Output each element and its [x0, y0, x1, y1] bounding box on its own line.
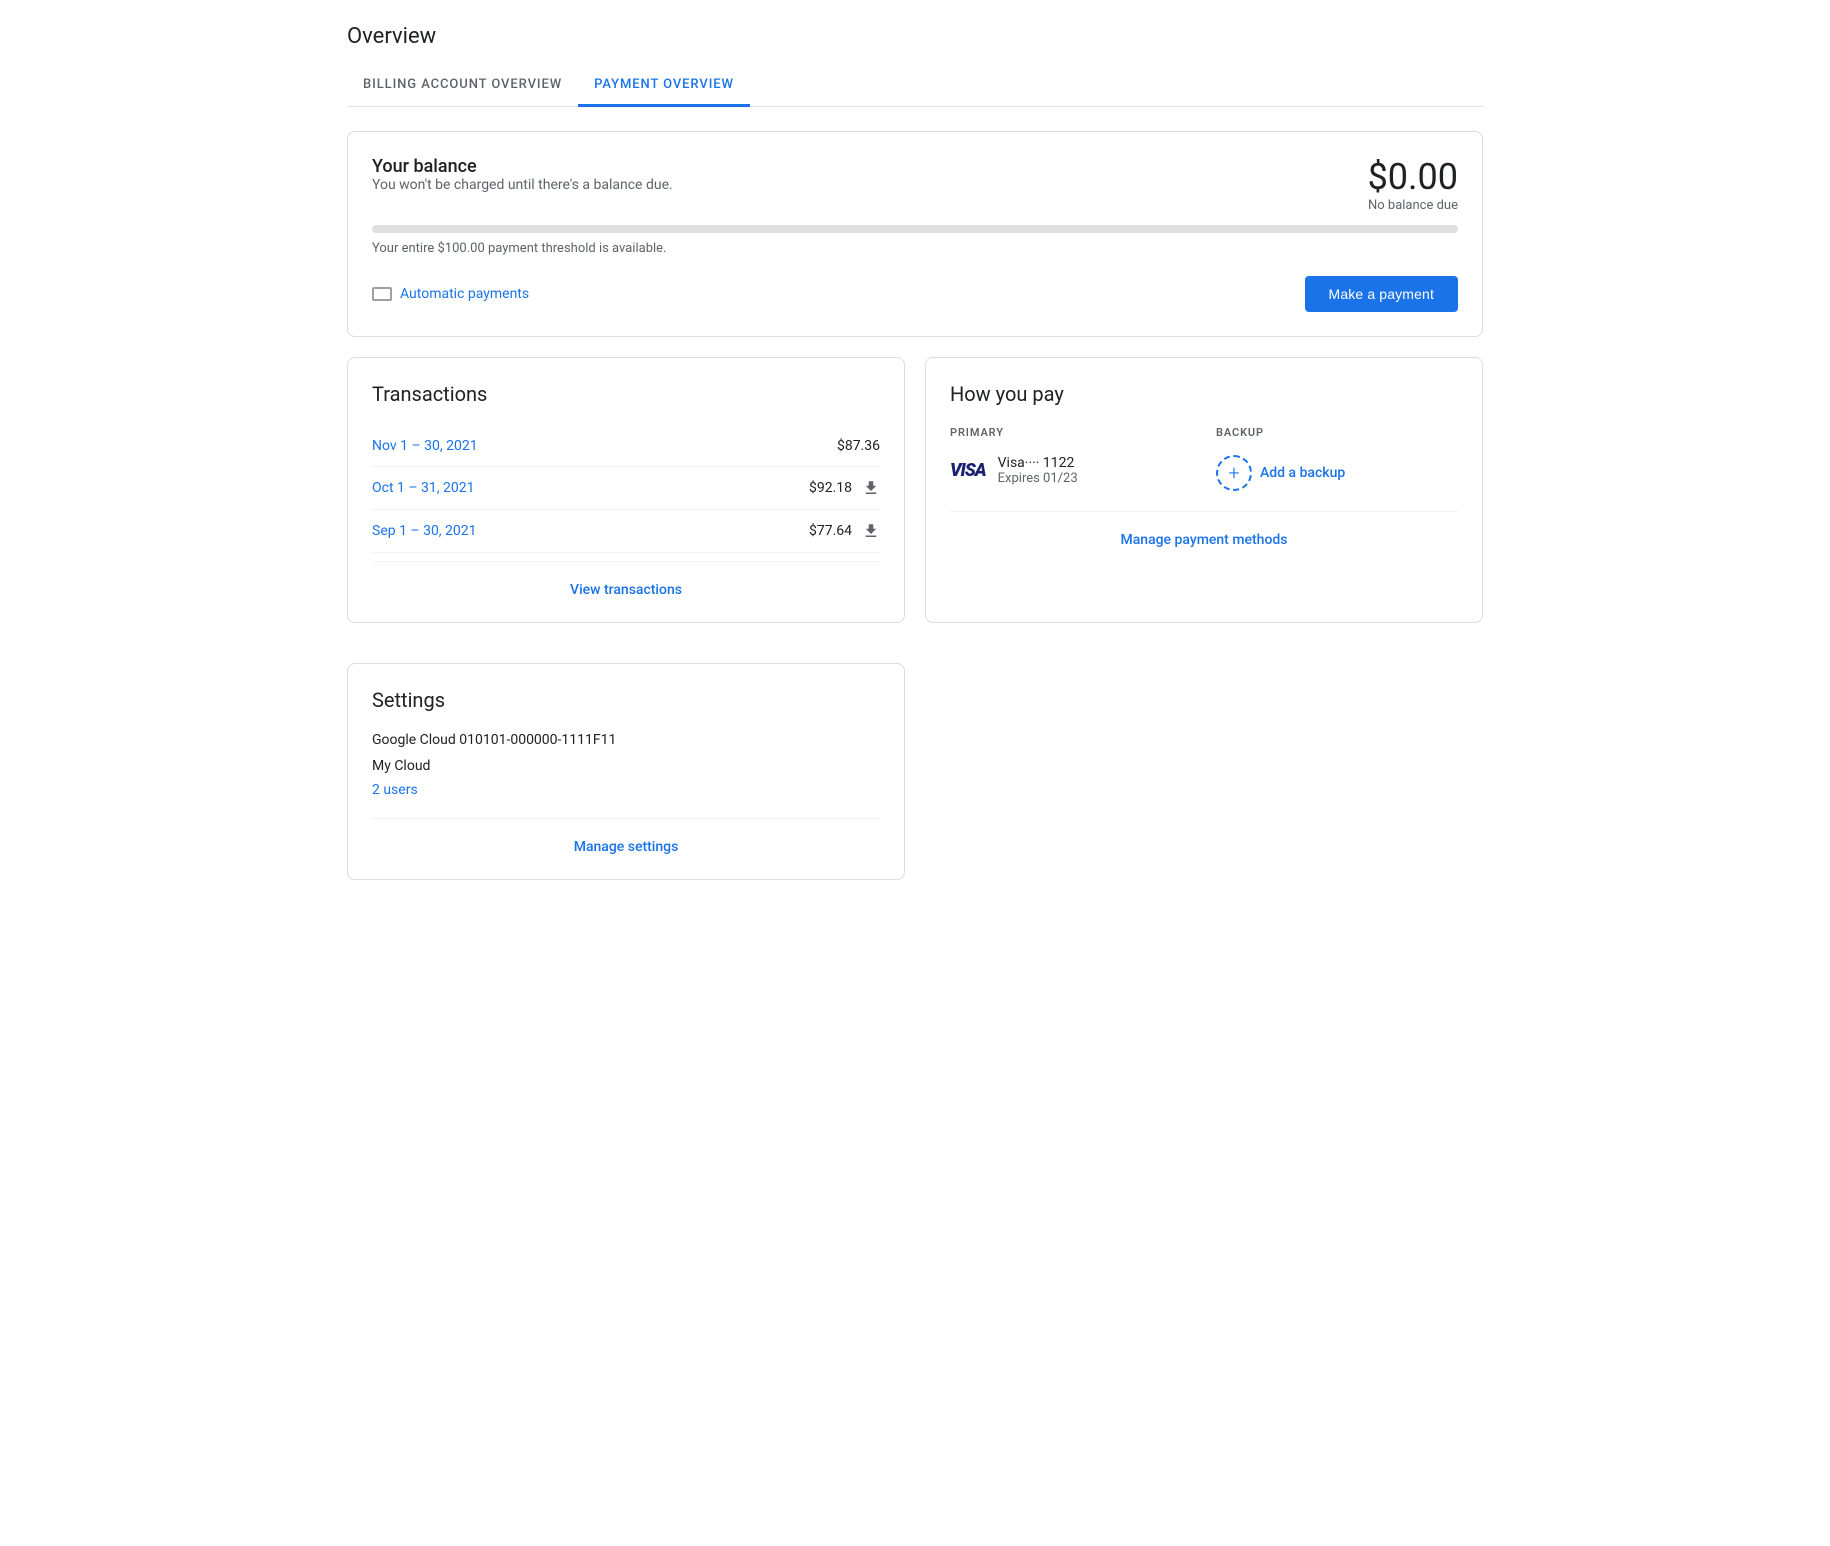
card-expiry: Expires 01/23 — [998, 471, 1078, 486]
how-you-pay-title: How you pay — [950, 382, 1458, 406]
two-col-layout: Transactions Nov 1 – 30, 2021 $87.36 Oct… — [347, 357, 1483, 643]
manage-settings-footer: Manage settings — [372, 818, 880, 855]
transaction-date-2[interactable]: Oct 1 – 31, 2021 — [372, 480, 474, 496]
credit-card-icon — [372, 287, 392, 301]
transaction-amount-3: $77.64 — [809, 522, 880, 540]
table-row: Sep 1 – 30, 2021 $77.64 — [372, 510, 880, 553]
primary-card-info: VISA Visa···· 1122 Expires 01/23 — [950, 455, 1192, 486]
settings-account-name: My Cloud — [372, 758, 880, 774]
transaction-date-3[interactable]: Sep 1 – 30, 2021 — [372, 523, 477, 539]
transactions-title: Transactions — [372, 382, 880, 406]
tab-billing-account-overview[interactable]: BILLING ACCOUNT OVERVIEW — [347, 65, 578, 107]
backup-payment-column: BACKUP + Add a backup — [1216, 426, 1458, 491]
visa-logo: VISA — [950, 460, 986, 481]
table-row: Nov 1 – 30, 2021 $87.36 — [372, 426, 880, 467]
progress-bar-container — [372, 225, 1458, 233]
balance-footer: Automatic payments Make a payment — [372, 276, 1458, 312]
transaction-amount-1: $87.36 — [837, 438, 880, 454]
plus-icon: + — [1216, 455, 1252, 491]
balance-left: Your balance You won't be charged until … — [372, 156, 673, 213]
settings-title: Settings — [372, 688, 880, 712]
tab-payment-overview[interactable]: PAYMENT OVERVIEW — [578, 65, 750, 107]
settings-account-id: Google Cloud 010101-000000-1111F11 — [372, 732, 880, 748]
automatic-payments-link[interactable]: Automatic payments — [372, 286, 529, 302]
page-container: Overview BILLING ACCOUNT OVERVIEW PAYMEN… — [315, 0, 1515, 924]
balance-amount-value: $0.00 — [1368, 156, 1458, 198]
backup-label: BACKUP — [1216, 426, 1458, 439]
settings-card: Settings Google Cloud 010101-000000-1111… — [347, 663, 905, 880]
add-backup-text: Add a backup — [1260, 465, 1345, 481]
transactions-card: Transactions Nov 1 – 30, 2021 $87.36 Oct… — [347, 357, 905, 623]
how-you-pay-card: How you pay PRIMARY VISA Visa···· 1122 E… — [925, 357, 1483, 623]
payment-methods-columns: PRIMARY VISA Visa···· 1122 Expires 01/23… — [950, 426, 1458, 491]
table-row: Oct 1 – 31, 2021 $92.18 — [372, 467, 880, 510]
page-title: Overview — [347, 24, 1483, 49]
card-number: Visa···· 1122 — [998, 455, 1078, 471]
card-details: Visa···· 1122 Expires 01/23 — [998, 455, 1078, 486]
manage-payment-footer: Manage payment methods — [950, 511, 1458, 548]
view-transactions-footer: View transactions — [372, 561, 880, 598]
transaction-date-1[interactable]: Nov 1 – 30, 2021 — [372, 438, 478, 454]
make-payment-button[interactable]: Make a payment — [1305, 276, 1458, 312]
balance-header: Your balance You won't be charged until … — [372, 156, 1458, 213]
manage-payment-methods-link[interactable]: Manage payment methods — [1120, 532, 1287, 548]
view-transactions-link[interactable]: View transactions — [570, 582, 682, 598]
balance-amount-label: No balance due — [1368, 198, 1458, 213]
balance-card: Your balance You won't be charged until … — [347, 131, 1483, 337]
settings-users-link[interactable]: 2 users — [372, 782, 880, 798]
manage-settings-link[interactable]: Manage settings — [574, 839, 679, 855]
balance-amount: $0.00 No balance due — [1368, 156, 1458, 213]
threshold-text: Your entire $100.00 payment threshold is… — [372, 241, 1458, 256]
download-icon-1[interactable] — [862, 479, 880, 497]
primary-label: PRIMARY — [950, 426, 1192, 439]
primary-payment-column: PRIMARY VISA Visa···· 1122 Expires 01/23 — [950, 426, 1192, 491]
add-backup-button[interactable]: + Add a backup — [1216, 455, 1458, 491]
balance-description: You won't be charged until there's a bal… — [372, 177, 673, 193]
transaction-amount-2: $92.18 — [809, 479, 880, 497]
balance-title: Your balance — [372, 156, 673, 177]
download-icon-2[interactable] — [862, 522, 880, 540]
tabs-container: BILLING ACCOUNT OVERVIEW PAYMENT OVERVIE… — [347, 65, 1483, 107]
